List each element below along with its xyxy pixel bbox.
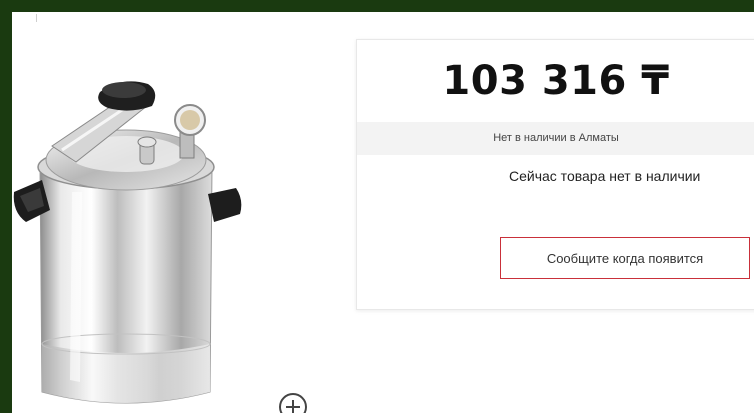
zoom-in-icon[interactable] xyxy=(276,390,310,413)
product-image[interactable] xyxy=(12,62,242,413)
notify-when-available-button[interactable]: Сообщите когда появится xyxy=(500,237,750,279)
product-price: 103 316 ₸ xyxy=(442,58,670,104)
availability-text: Сейчас товара нет в наличии xyxy=(509,168,701,184)
stock-status-bar: Нет в наличии в Алматы xyxy=(357,122,754,155)
stock-location-text: Нет в наличии в Алматы xyxy=(493,132,619,144)
purchase-card: 103 316 ₸ Нет в наличии в Алматы Сейчас … xyxy=(356,39,754,310)
product-gallery xyxy=(12,12,342,413)
product-page: 103 316 ₸ Нет в наличии в Алматы Сейчас … xyxy=(12,12,754,413)
